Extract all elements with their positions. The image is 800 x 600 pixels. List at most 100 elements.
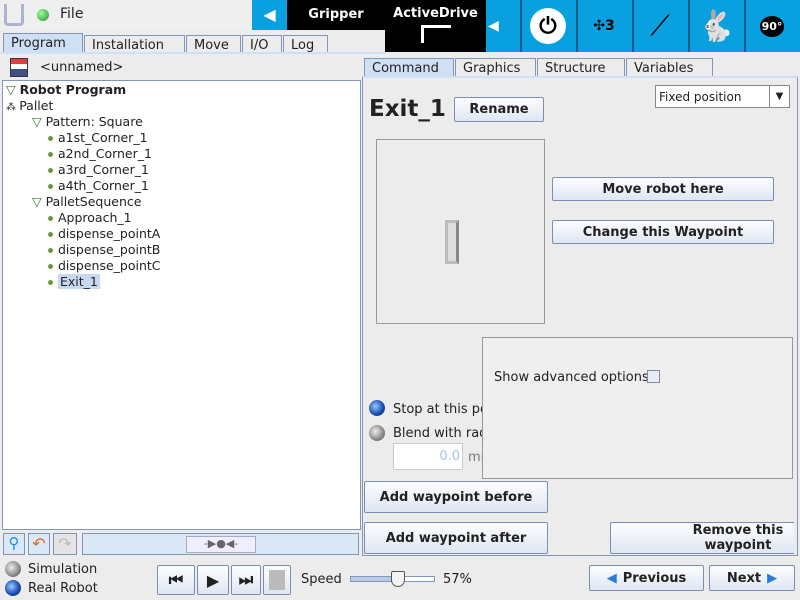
tree-node[interactable]: dispense_pointB <box>48 242 160 257</box>
tree-node[interactable]: a1st_Corner_1 <box>48 130 148 145</box>
tree-node-label: a3rd_Corner_1 <box>58 162 149 177</box>
tree-node-label: Exit_1 <box>58 274 100 289</box>
activedrive-button[interactable]: ActiveDrive <box>385 0 486 52</box>
tree-node[interactable]: ▽ PalletSequence <box>32 194 141 209</box>
waypoint-icon <box>48 232 53 237</box>
remove-waypoint-button[interactable]: Remove this waypoint <box>610 522 794 554</box>
move-robot-here-button[interactable]: Move robot here <box>552 177 774 201</box>
position-type-value: Fixed position <box>659 90 742 104</box>
show-advanced-label: Show advanced options <box>494 370 649 385</box>
blend-radius-input[interactable]: 0.0 <box>393 443 463 470</box>
main-tabs-line <box>0 52 386 54</box>
robot-arm-icon <box>420 25 451 43</box>
waypoint-icon <box>48 280 53 285</box>
tab-command[interactable]: Command <box>364 58 454 77</box>
tree-node[interactable]: ▽ Pattern: Square <box>32 114 143 129</box>
collapse-left-icon[interactable]: ◀ <box>252 0 287 30</box>
waypoint-icon <box>48 152 53 157</box>
tab-graphics[interactable]: Graphics <box>455 58 536 77</box>
real-robot-radio[interactable] <box>5 580 21 596</box>
change-waypoint-button[interactable]: Change this Waypoint <box>552 220 774 244</box>
waypoint-icon <box>48 168 53 173</box>
file-menu[interactable]: File <box>60 6 83 22</box>
blend-radio[interactable] <box>369 425 385 441</box>
waypoint-icon <box>48 136 53 141</box>
tree-node-label: dispense_pointA <box>58 226 161 241</box>
tree-node-label: PalletSequence <box>45 194 142 209</box>
tree-expand-handle[interactable]: -▶●◀- <box>186 536 256 553</box>
waypoint-icon <box>48 184 53 189</box>
waypoint-icon <box>48 264 53 269</box>
program-name: <unnamed> <box>40 60 124 75</box>
gripper-button[interactable]: Gripper <box>287 0 385 30</box>
stop-icon <box>269 570 285 590</box>
tree-node-label: dispense_pointC <box>58 258 161 273</box>
arrow-left-icon: ◀ <box>606 570 617 586</box>
tree-node-label: a1st_Corner_1 <box>58 130 148 145</box>
stop-button[interactable] <box>263 565 291 595</box>
robot-90-degree-icon[interactable]: 90° <box>744 0 798 52</box>
speed-thumb[interactable] <box>391 571 406 587</box>
next-button[interactable]: Next ▶ <box>709 565 795 591</box>
add-waypoint-before-button[interactable]: Add waypoint before <box>364 481 548 513</box>
remove-button-clip: Remove this waypoint <box>610 522 794 554</box>
tree-node-label: a2nd_Corner_1 <box>58 146 152 161</box>
search-icon[interactable]: ⚲ <box>3 533 25 555</box>
tree-node[interactable]: ⁂ Pallet <box>6 98 53 113</box>
arrow-right-icon: ▶ <box>767 570 778 586</box>
simulation-radio[interactable] <box>5 561 21 577</box>
tree-node-label: a4th_Corner_1 <box>58 178 149 193</box>
speed-slider[interactable] <box>350 571 435 587</box>
tree-node-label: Approach_1 <box>58 210 132 225</box>
position-type-select[interactable]: Fixed position ▼ <box>655 85 790 108</box>
rename-button[interactable]: Rename <box>454 97 544 122</box>
tree-node-label: Pattern: Square <box>45 114 143 129</box>
tab-variables[interactable]: Variables <box>626 58 713 77</box>
tree-node-label: dispense_pointB <box>58 242 161 257</box>
expanded-triangle-icon: ▽ <box>32 194 46 209</box>
play-button[interactable]: ▶ <box>197 565 229 595</box>
collapse-icons-button[interactable]: ◀ <box>488 18 499 34</box>
waypoint-icon <box>48 216 53 221</box>
next-label: Next <box>726 570 762 586</box>
step-button[interactable]: ⏭ <box>231 565 261 595</box>
chevron-down-icon: ▼ <box>769 86 789 107</box>
robot-arm-no-teach-icon[interactable]: ⟋ <box>632 0 686 52</box>
tree-node-label: Robot Program <box>19 82 127 97</box>
tree-node[interactable]: a3rd_Corner_1 <box>48 162 149 177</box>
tree-node-label: Pallet <box>19 98 54 113</box>
speed-value: 57% <box>443 572 472 587</box>
show-advanced-checkbox[interactable] <box>647 370 660 383</box>
ur-logo-icon <box>4 4 24 26</box>
tree-node[interactable]: Approach_1 <box>48 210 132 225</box>
stop-radio[interactable] <box>369 400 385 416</box>
robot-preview <box>376 139 545 324</box>
waypoint-title: Exit_1 <box>369 96 446 122</box>
real-robot-label: Real Robot <box>28 581 98 596</box>
tree-slider-track[interactable]: -▶●◀- <box>82 533 359 555</box>
save-icon[interactable] <box>10 58 28 77</box>
freedrive-3-icon[interactable]: ✣3 <box>576 0 630 52</box>
undo-icon[interactable]: ↶ <box>28 533 50 555</box>
tree-node[interactable]: ▽ Robot Program <box>6 82 126 97</box>
tree-node[interactable]: a4th_Corner_1 <box>48 178 149 193</box>
skip-back-button[interactable]: ⏮ <box>157 565 195 595</box>
simulation-label: Simulation <box>28 562 98 577</box>
pallet-icon: ⁂ <box>6 102 20 113</box>
tree-node[interactable]: Exit_1 <box>48 274 100 289</box>
tab-program[interactable]: Program <box>3 33 83 52</box>
tree-node[interactable]: dispense_pointC <box>48 258 161 273</box>
activedrive-label: ActiveDrive <box>393 6 478 21</box>
rabbit-speed-icon[interactable]: 🐇 <box>688 0 742 52</box>
tree-node[interactable]: dispense_pointA <box>48 226 160 241</box>
power-icon[interactable]: ⏻ <box>520 0 574 52</box>
tab-structure[interactable]: Structure <box>537 58 625 77</box>
tree-node[interactable]: a2nd_Corner_1 <box>48 146 152 161</box>
previous-label: Previous <box>622 570 687 586</box>
previous-button[interactable]: ◀ Previous <box>589 565 704 591</box>
robot-model-icon <box>445 220 459 264</box>
advanced-options-panel <box>482 337 793 479</box>
redo-icon[interactable]: ↷ <box>53 533 77 555</box>
add-waypoint-after-button[interactable]: Add waypoint after <box>364 522 548 554</box>
expanded-triangle-icon: ▽ <box>32 114 46 129</box>
